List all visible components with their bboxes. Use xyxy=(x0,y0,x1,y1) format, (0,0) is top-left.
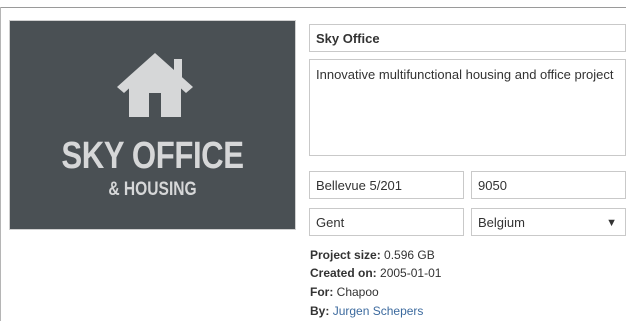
house-icon xyxy=(117,53,193,117)
project-logo-image[interactable]: SKY OFFICE & HOUSING xyxy=(9,20,296,230)
country-value: Belgium xyxy=(478,215,525,230)
project-size-row: Project size: 0.596 GB xyxy=(310,248,435,262)
address-field[interactable]: Bellevue 5/201 xyxy=(309,171,464,199)
project-description-field[interactable]: Innovative multifunctional housing and o… xyxy=(309,59,626,156)
for-label: For: xyxy=(310,285,334,299)
city-field[interactable]: Gent xyxy=(309,208,464,236)
author-link[interactable]: Jurgen Schepers xyxy=(333,304,424,318)
created-on-row: Created on: 2005-01-01 xyxy=(310,266,441,280)
by-label: By: xyxy=(310,304,330,318)
created-on-label: Created on: xyxy=(310,266,377,280)
project-size-label: Project size: xyxy=(310,248,381,262)
for-row: For: Chapoo xyxy=(310,285,379,299)
project-size-value: 0.596 GB xyxy=(384,248,435,262)
zip-field[interactable]: 9050 xyxy=(471,171,626,199)
country-select[interactable]: Belgium ▼ xyxy=(471,208,626,236)
logo-subtitle: & HOUSING xyxy=(108,179,197,200)
logo-title: SKY OFFICE xyxy=(61,135,244,177)
by-row: By: Jurgen Schepers xyxy=(310,304,423,318)
chevron-down-icon: ▼ xyxy=(606,217,617,229)
created-on-value: 2005-01-01 xyxy=(380,266,442,280)
top-divider xyxy=(0,7,626,8)
for-value: Chapoo xyxy=(336,285,379,299)
project-name-field[interactable]: Sky Office xyxy=(309,24,626,52)
left-divider xyxy=(0,7,1,321)
